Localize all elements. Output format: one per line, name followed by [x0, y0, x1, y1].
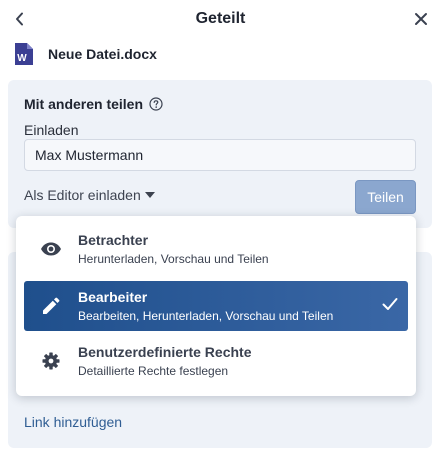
- invite-input[interactable]: [24, 139, 416, 171]
- dialog-header: Geteilt: [0, 0, 441, 38]
- close-icon: [415, 13, 427, 25]
- option-viewer[interactable]: Betrachter Herunterladen, Vorschau und T…: [24, 224, 408, 274]
- option-description: Bearbeiten, Herunterladen, Vorschau und …: [78, 308, 334, 323]
- option-title: Betrachter: [78, 231, 149, 248]
- option-custom-rights[interactable]: Benutzerdefinierte Rechte Detaillierte R…: [24, 336, 408, 386]
- role-select-label: Als Editor einladen: [24, 187, 141, 203]
- option-title: Bearbeiter: [78, 288, 148, 305]
- role-dropdown: Betrachter Herunterladen, Vorschau und T…: [16, 216, 416, 396]
- file-info: W Neue Datei.docx: [14, 42, 157, 66]
- file-name: Neue Datei.docx: [48, 46, 157, 62]
- caret-down-icon: [144, 192, 155, 198]
- option-title: Benutzerdefinierte Rechte: [78, 343, 252, 360]
- dialog-title: Geteilt: [195, 10, 246, 27]
- share-panel: Mit anderen teilen Einladen Als Editor e…: [8, 80, 432, 228]
- add-link-button[interactable]: Link hinzufügen: [24, 414, 122, 430]
- option-editor[interactable]: Bearbeiter Bearbeiten, Herunterladen, Vo…: [24, 281, 408, 331]
- option-description: Herunterladen, Vorschau und Teilen: [78, 251, 269, 266]
- help-icon[interactable]: [149, 97, 163, 111]
- close-button[interactable]: [411, 9, 431, 29]
- gear-icon: [24, 352, 78, 370]
- invite-label: Einladen: [24, 122, 79, 138]
- option-description: Detaillierte Rechte festlegen: [78, 363, 229, 378]
- role-select[interactable]: Als Editor einladen: [24, 187, 155, 203]
- word-icon-letter: W: [17, 53, 27, 64]
- share-heading: Mit anderen teilen: [24, 96, 163, 112]
- word-document-icon: W: [15, 43, 33, 65]
- pencil-icon: [24, 297, 78, 315]
- checkmark-icon: [382, 297, 398, 311]
- share-title: Mit anderen teilen: [24, 96, 144, 112]
- share-button[interactable]: Teilen: [355, 180, 416, 214]
- eye-icon: [24, 242, 78, 256]
